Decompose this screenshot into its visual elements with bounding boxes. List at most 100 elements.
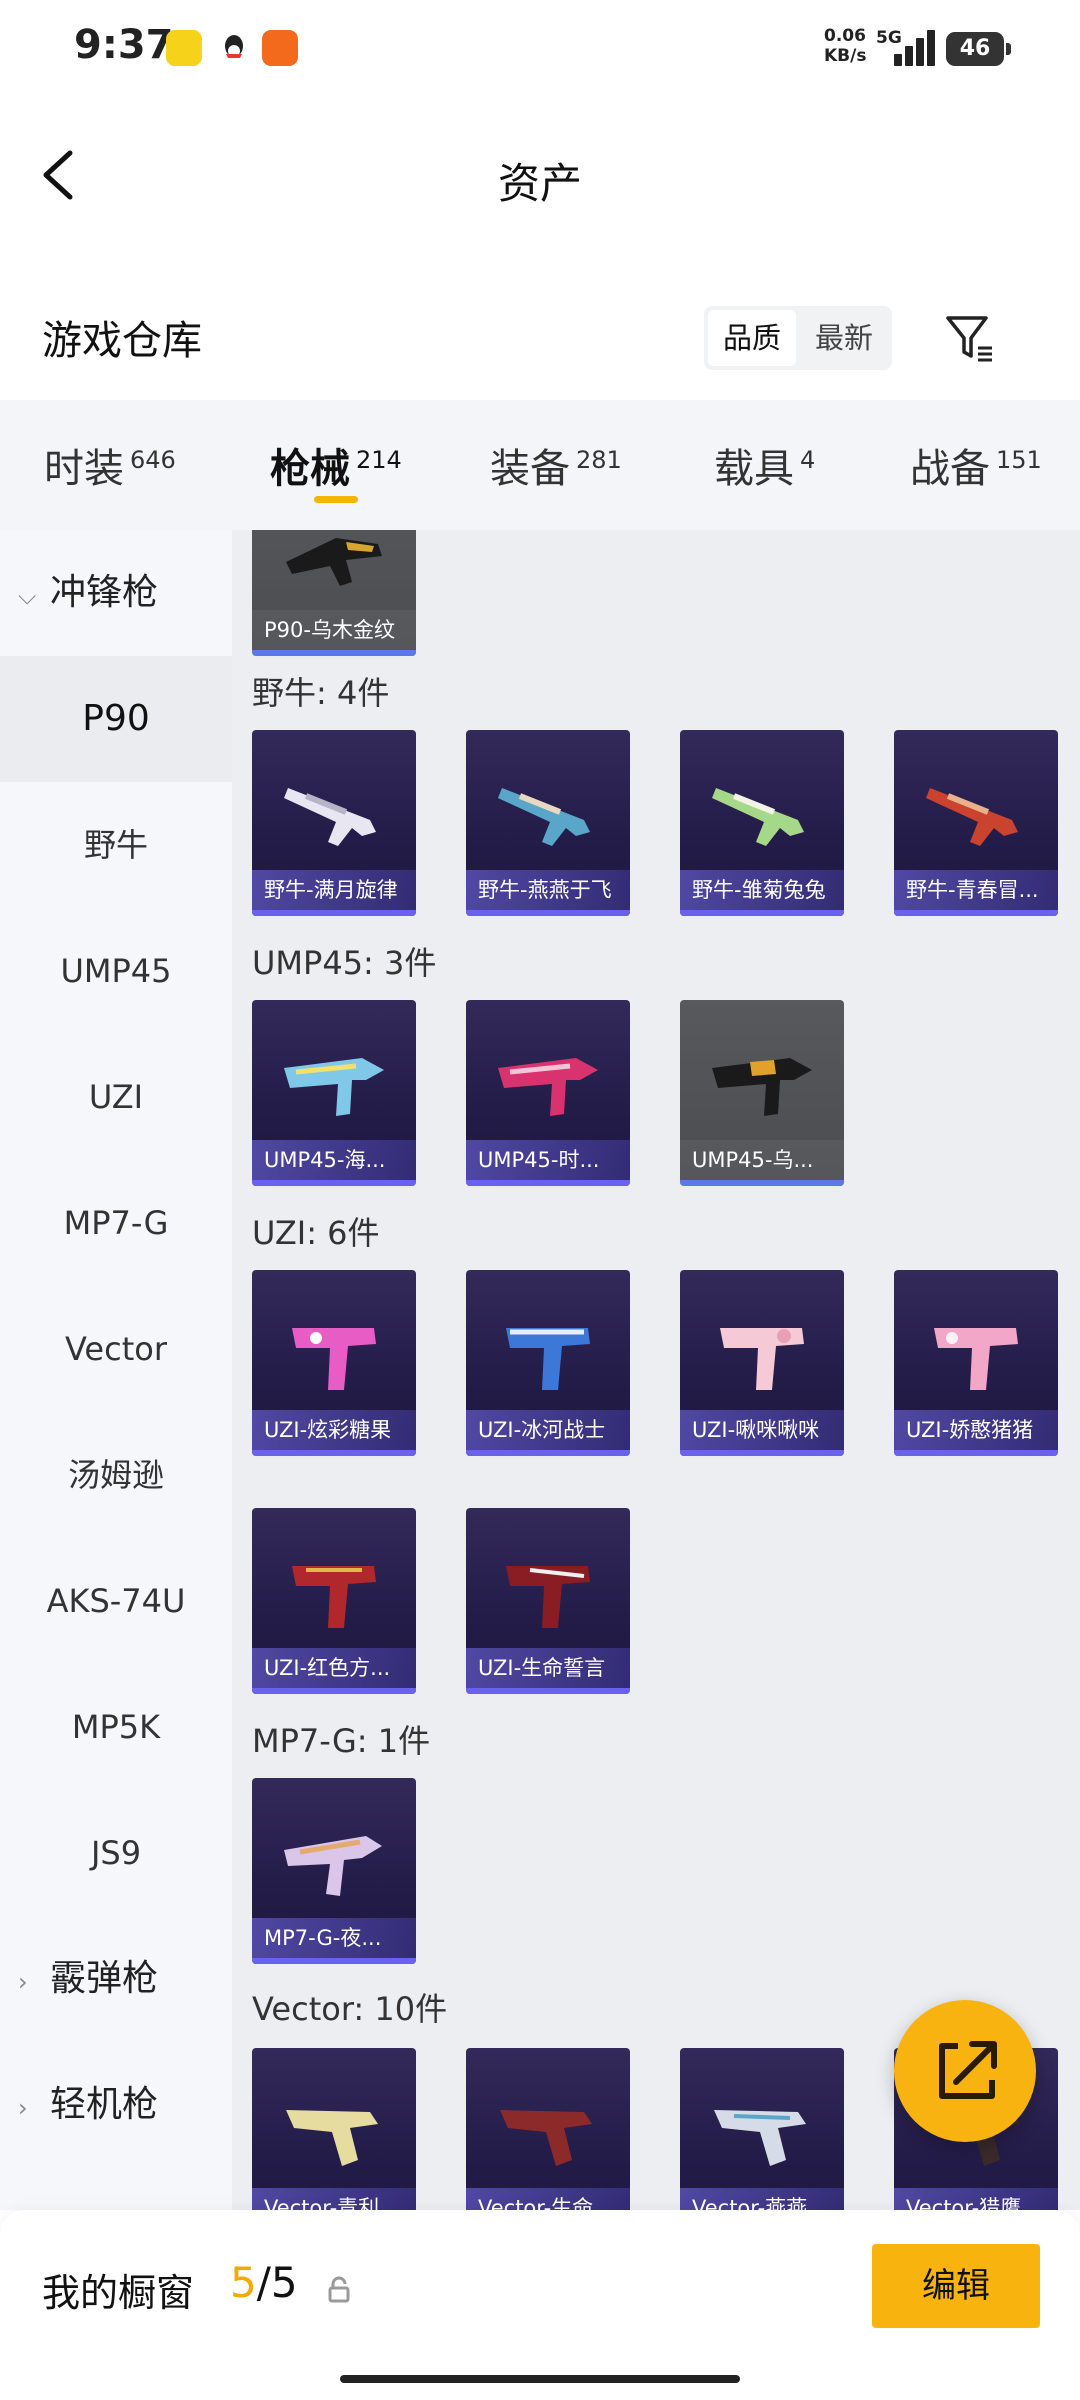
tab-fashion[interactable]: 时装 646 [44, 436, 176, 494]
weapon-name: 野牛-燕燕于飞 [466, 870, 630, 910]
weapon-name: UZI-娇憨猪猪 [894, 1410, 1058, 1450]
active-tab-indicator [314, 496, 358, 503]
sidebar-group-lmg[interactable]: › 轻机枪 [18, 2042, 158, 2168]
weapon-card[interactable]: UZI-生命誓言 [466, 1508, 630, 1694]
weapon-card[interactable]: 野牛-雏菊兔兔 [680, 730, 844, 916]
sort-newest-button[interactable]: 最新 [800, 310, 888, 366]
weapon-name: 野牛-青春冒... [894, 870, 1058, 910]
chevron-right-icon: › [18, 2094, 28, 2122]
weapon-card[interactable]: UZI-啾咪啾咪 [680, 1270, 844, 1456]
sidebar-item-mp7g[interactable]: MP7-G [0, 1160, 232, 1286]
showcase-label: 我的橱窗 [42, 2271, 195, 2315]
weapon-name: UZI-生命誓言 [466, 1648, 630, 1688]
sidebar-group-shotgun[interactable]: › 霰弹枪 [18, 1916, 158, 2042]
sidebar-item-p90[interactable]: P90 [0, 656, 232, 782]
share-fab-button[interactable] [894, 2000, 1036, 2142]
sidebar-item-uzi[interactable]: UZI [0, 1034, 232, 1160]
weapon-name: Vector-燕燕... [680, 2188, 844, 2210]
app-notification-icon [166, 30, 202, 66]
weapon-name: Vector-生命... [466, 2188, 630, 2210]
sidebar-item-ump45[interactable]: UMP45 [0, 908, 232, 1034]
edit-button[interactable]: 编辑 [872, 2244, 1040, 2328]
weapon-name: UMP45-乌... [680, 1140, 844, 1180]
weapon-image [720, 1328, 804, 1390]
share-icon [939, 2041, 997, 2099]
home-indicator [340, 2375, 740, 2383]
weapon-card[interactable]: 野牛-满月旋律 [252, 730, 416, 916]
sidebar-group-smg[interactable]: ⌵ 冲锋枪 [18, 530, 158, 656]
sidebar-item-bizon[interactable]: 野牛 [0, 782, 232, 908]
tab-label: 装备 [490, 446, 570, 492]
sort-toggle: 品质 最新 [704, 306, 892, 370]
weapon-card[interactable]: UMP45-乌... [680, 1000, 844, 1186]
sort-quality-button[interactable]: 品质 [708, 310, 796, 366]
category-tabs: 时装 646 枪械 214 装备 281 载具 4 战备 151 [0, 400, 1080, 530]
net-speed-unit: KB/s [824, 46, 867, 66]
weapon-name: UZI-啾咪啾咪 [680, 1410, 844, 1450]
weapon-image [284, 1058, 384, 1116]
section-title: 游戏仓库 [42, 318, 202, 364]
tab-label: 战备 [910, 446, 990, 492]
tab-guns[interactable]: 枪械 214 [270, 436, 402, 494]
tab-label: 时装 [44, 446, 124, 492]
weapon-name: MP7-G-夜... [252, 1918, 416, 1958]
group-label: UZI: 6件 [252, 1214, 380, 1252]
tab-count: 151 [996, 446, 1042, 474]
weapon-card[interactable]: UMP45-海... [252, 1000, 416, 1186]
group-label: UMP45: 3件 [252, 944, 437, 982]
weapon-name: 野牛-雏菊兔兔 [680, 870, 844, 910]
weapon-card[interactable]: UZI-冰河战士 [466, 1270, 630, 1456]
weapon-image [292, 1328, 376, 1390]
weapon-grid: P90-乌木金纹 野牛: 4件 野牛-满月旋律 野牛-燕燕于飞 野牛-雏菊兔兔 … [232, 530, 1080, 2210]
tab-count: 646 [130, 446, 176, 474]
sidebar-item-thompson[interactable]: 汤姆逊 [0, 1412, 232, 1538]
sidebar-item-aks74u[interactable]: AKS-74U [0, 1538, 232, 1664]
shop-app-icon [262, 30, 298, 66]
status-bar: 9:37 0.06 KB/s 5G 46 [0, 0, 1080, 100]
weapon-sidebar: ⌵ 冲锋枪 P90 野牛 UMP45 UZI MP7-G Vector 汤姆逊 A… [0, 530, 232, 2210]
weapon-name: UZI-红色方... [252, 1648, 416, 1688]
weapon-card[interactable]: UMP45-时... [466, 1000, 630, 1186]
tab-equipment[interactable]: 装备 281 [490, 436, 622, 494]
weapon-card[interactable]: 野牛-燕燕于飞 [466, 730, 630, 916]
weapon-card[interactable]: UZI-红色方... [252, 1508, 416, 1694]
weapon-image [934, 1328, 1018, 1390]
showcase-current: 5 [230, 2258, 257, 2307]
tab-vehicles[interactable]: 载具 4 [714, 436, 815, 494]
header-bar: 资产 [0, 100, 1080, 250]
weapon-card[interactable]: UZI-娇憨猪猪 [894, 1270, 1058, 1456]
sidebar-item-js9[interactable]: JS9 [0, 1790, 232, 1916]
weapon-image [714, 2110, 806, 2166]
sidebar-item-mp5k[interactable]: MP5K [0, 1664, 232, 1790]
weapon-image [284, 1836, 382, 1896]
weapon-image [498, 1058, 598, 1116]
group-label: 野牛: 4件 [252, 674, 390, 712]
weapon-card[interactable]: UZI-炫彩糖果 [252, 1270, 416, 1456]
weapon-card[interactable]: Vector-青利... [252, 2048, 416, 2210]
weapon-image [498, 788, 590, 846]
weapon-card[interactable]: P90-乌木金纹 [252, 530, 416, 656]
sidebar-group-label: 冲锋枪 [50, 572, 159, 613]
weapon-image [292, 1566, 376, 1628]
group-label: MP7-G: 1件 [252, 1722, 431, 1760]
showcase-total: /5 [256, 2258, 298, 2307]
weapon-name: UMP45-时... [466, 1140, 630, 1180]
weapon-image [926, 788, 1018, 846]
weapon-image [506, 1566, 590, 1628]
battery-indicator: 46 [946, 32, 1011, 66]
weapon-image [500, 2110, 592, 2166]
sidebar-item-vector[interactable]: Vector [0, 1286, 232, 1412]
weapon-card[interactable]: Vector-生命... [466, 2048, 630, 2210]
tab-supplies[interactable]: 战备 151 [910, 436, 1042, 494]
filter-button[interactable] [942, 310, 998, 366]
weapon-name: 野牛-满月旋律 [252, 870, 416, 910]
showcase-bar: 我的橱窗 5/5 编辑 [0, 2210, 1080, 2400]
filter-icon [946, 316, 992, 362]
weapon-card[interactable]: MP7-G-夜... [252, 1778, 416, 1964]
tab-count: 4 [800, 446, 816, 474]
status-time: 9:37 [74, 22, 174, 68]
weapon-card[interactable]: 野牛-青春冒... [894, 730, 1058, 916]
weapon-card[interactable]: Vector-燕燕... [680, 2048, 844, 2210]
weapon-name: UZI-冰河战士 [466, 1410, 630, 1450]
weapon-image [712, 1058, 812, 1116]
